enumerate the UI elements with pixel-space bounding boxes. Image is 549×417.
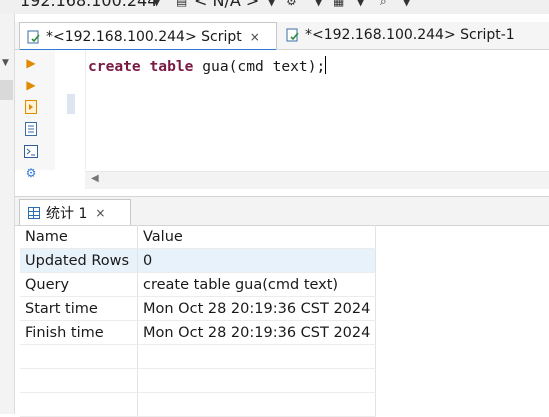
tab-script-1[interactable]: *<192.168.100.244> Script-1 <box>279 22 549 48</box>
schema-selector[interactable]: < N/A > <box>194 0 259 10</box>
transaction-icon[interactable]: ⚙ <box>286 0 297 8</box>
database-icon[interactable]: ▤ <box>176 0 187 8</box>
left-panel-selection[interactable] <box>0 80 13 100</box>
cell-name[interactable]: Updated Rows <box>20 248 138 273</box>
cell-name[interactable]: Query <box>20 272 138 297</box>
empty-row <box>20 344 376 369</box>
gear-icon[interactable]: ⚙ <box>24 166 38 180</box>
table-row[interactable]: Updated Rows 0 <box>20 248 376 273</box>
line-marker <box>67 94 75 114</box>
tab-label: *<192.168.100.244> Script <box>46 28 242 45</box>
execute-new-tab-icon[interactable]: ▶ <box>24 78 38 92</box>
text-caret <box>325 56 327 74</box>
explain-plan-icon[interactable] <box>24 122 38 136</box>
terminal-icon[interactable] <box>24 144 38 158</box>
line-gutter <box>55 50 86 170</box>
connection-selector[interactable]: 192.168.100.244 <box>20 0 157 10</box>
column-header[interactable]: Value <box>137 225 376 249</box>
table-row[interactable]: Start time Mon Oct 28 20:19:36 CST 2024 <box>20 296 376 321</box>
table-row[interactable]: Query create table gua(cmd text) <box>20 272 376 297</box>
chevron-down-icon[interactable]: ▼ <box>402 0 411 8</box>
chevron-down-icon[interactable]: ▼ <box>356 0 365 8</box>
tab-script[interactable]: *<192.168.100.244> Script × <box>19 22 277 51</box>
cell-name[interactable]: Finish time <box>20 320 138 345</box>
main-toolbar: 192.168.100.244 ▼ ▤ < N/A > ▼ ⚙ ▼ ▦ ▼ ⌕ … <box>0 0 549 14</box>
close-icon[interactable]: × <box>250 30 260 44</box>
table-header-row: Name Value <box>20 225 376 249</box>
cell-value[interactable]: create table gua(cmd text) <box>137 272 376 297</box>
cell-value[interactable]: 0 <box>137 248 376 273</box>
chevron-down-icon[interactable]: ▼ <box>314 0 323 8</box>
table-row[interactable]: Finish time Mon Oct 28 20:19:36 CST 2024 <box>20 320 376 345</box>
cell-value[interactable]: Mon Oct 28 20:19:36 CST 2024 <box>137 320 376 345</box>
editor-action-bar: ▶ ▶ ⚙ <box>15 50 55 180</box>
execute-script-icon[interactable] <box>24 100 38 114</box>
code-line[interactable]: create table gua(cmd text); <box>88 56 327 75</box>
empty-row <box>20 368 376 393</box>
tab-label: *<192.168.100.244> Script-1 <box>305 27 515 43</box>
chevron-down-icon[interactable]: ▼ <box>267 0 276 8</box>
commit-icon[interactable]: ▦ <box>333 0 344 8</box>
search-icon[interactable]: ⌕ <box>380 0 387 9</box>
left-panel-edge: ▼ <box>0 14 15 414</box>
sql-script-icon <box>26 29 42 45</box>
sql-script-icon <box>285 27 301 43</box>
results-table: Name Value Updated Rows 0 Query create t… <box>20 225 376 417</box>
execute-statement-icon[interactable]: ▶ <box>24 56 38 70</box>
tab-label: 统计 1 <box>46 205 88 222</box>
column-header[interactable]: Name <box>20 225 138 249</box>
tab-statistics[interactable]: 统计 1 × <box>19 199 131 225</box>
empty-row <box>20 392 376 417</box>
cell-name[interactable]: Start time <box>20 296 138 321</box>
chevron-down-icon[interactable]: ▼ <box>152 0 161 8</box>
close-icon[interactable]: × <box>95 206 105 220</box>
sql-editor[interactable]: ▶ ▶ ⚙ create table gua(cmd text); ◀ <box>15 50 549 192</box>
scroll-left-arrow-icon[interactable]: ◀ <box>91 173 99 184</box>
results-tab-bar: 统计 1 × <box>15 196 549 226</box>
chevron-down-icon[interactable]: ▼ <box>2 58 9 68</box>
editor-tab-bar: *<192.168.100.244> Script × *<192.168.10… <box>15 22 549 51</box>
horizontal-scrollbar[interactable]: ◀ <box>85 171 549 189</box>
grid-icon <box>28 206 40 219</box>
cell-value[interactable]: Mon Oct 28 20:19:36 CST 2024 <box>137 296 376 321</box>
